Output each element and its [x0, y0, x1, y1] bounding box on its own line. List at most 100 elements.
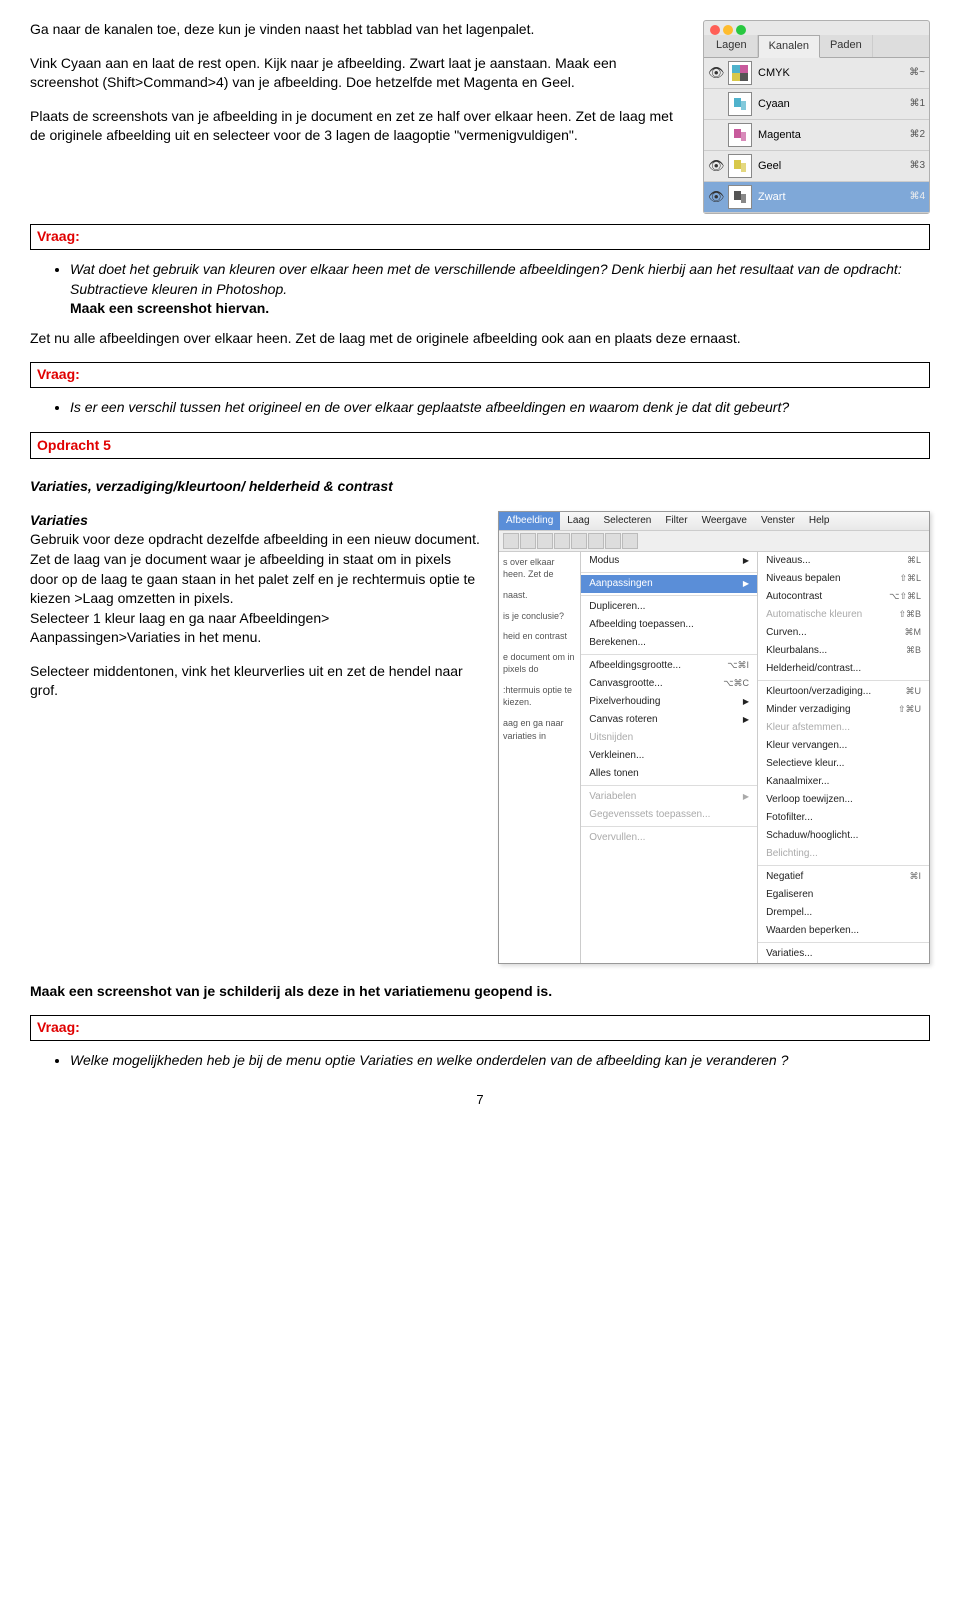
menubar-item-selecteren[interactable]: Selecteren — [597, 512, 659, 530]
opdracht5-label: Opdracht 5 — [37, 437, 111, 453]
menu-item[interactable]: Kanaalmixer... — [758, 773, 929, 791]
menu-item[interactable]: Niveaus...⌘L — [758, 552, 929, 570]
menu-item[interactable]: Afbeelding toepassen... — [581, 616, 757, 634]
tab-lagen[interactable]: Lagen — [706, 35, 758, 57]
menu-item[interactable]: Canvas roteren▶ — [581, 711, 757, 729]
channel-row-cyaan[interactable]: Cyaan ⌘1 — [704, 89, 929, 120]
menu-item[interactable]: Variaties... — [758, 945, 929, 963]
channel-label: Geel — [758, 159, 903, 174]
menu-item[interactable]: Modus▶ — [581, 552, 757, 570]
menu-separator — [758, 942, 929, 943]
menu-item: Belichting... — [758, 845, 929, 863]
menu-item: Gegevenssets toepassen... — [581, 806, 757, 824]
channel-shortcut: ⌘4 — [909, 190, 925, 204]
visibility-eye-icon[interactable]: 👁 — [708, 190, 722, 204]
visibility-eye-icon[interactable]: 👁 — [708, 159, 722, 173]
vraag-label: Vraag: — [37, 228, 80, 244]
visibility-eye-icon[interactable]: 👁 — [708, 66, 722, 80]
channel-thumb — [728, 154, 752, 178]
tab-kanalen[interactable]: Kanalen — [758, 35, 820, 58]
menu-item[interactable]: Curven...⌘M — [758, 624, 929, 642]
channel-label: Zwart — [758, 190, 903, 205]
menu-separator — [758, 865, 929, 866]
menu-item[interactable]: Waarden beperken... — [758, 922, 929, 940]
min-dot[interactable] — [723, 25, 733, 35]
menu-item[interactable]: Dupliceren... — [581, 598, 757, 616]
menu-item[interactable]: Autocontrast⌥⇧⌘L — [758, 588, 929, 606]
channel-label: CMYK — [758, 66, 903, 81]
menubar-item-filter[interactable]: Filter — [658, 512, 694, 530]
menu-item[interactable]: Drempel... — [758, 904, 929, 922]
menu-item[interactable]: Pixelverhouding▶ — [581, 693, 757, 711]
channel-shortcut: ⌘2 — [909, 128, 925, 142]
channel-row-geel[interactable]: 👁 Geel ⌘3 — [704, 151, 929, 182]
menu-item[interactable]: Niveaus bepalen⇧⌘L — [758, 570, 929, 588]
vraag1-text: Wat doet het gebruik van kleuren over el… — [70, 261, 902, 297]
vraag1-bullet: Wat doet het gebruik van kleuren over el… — [70, 260, 930, 319]
max-dot[interactable] — [736, 25, 746, 35]
menu-item[interactable]: Canvasgrootte...⌥⌘C — [581, 675, 757, 693]
menu-item[interactable]: Minder verzadiging⇧⌘U — [758, 701, 929, 719]
opdracht-box: Opdracht 5 — [30, 432, 930, 460]
channel-shortcut: ⌘~ — [909, 66, 925, 80]
intro-p2: Vink Cyaan aan en laat de rest open. Kij… — [30, 54, 683, 93]
menu-item[interactable]: Kleurbalans...⌘B — [758, 642, 929, 660]
vraag2-bullet: Is er een verschil tussen het origineel … — [70, 398, 930, 418]
channel-thumb — [728, 92, 752, 116]
menu-item[interactable]: Egaliseren — [758, 886, 929, 904]
variaties-p1: Gebruik voor deze opdracht dezelfde afbe… — [30, 530, 480, 550]
menu-item[interactable]: Berekenen... — [581, 634, 757, 652]
menu-separator — [581, 572, 757, 573]
vraag-box-1: Vraag: — [30, 224, 930, 250]
menu-item[interactable]: Helderheid/contrast... — [758, 660, 929, 678]
vraag-box-3: Vraag: — [30, 1015, 930, 1041]
variaties-p4: Selecteer middentonen, vink het kleurver… — [30, 662, 480, 701]
intro-p1: Ga naar de kanalen toe, deze kun je vind… — [30, 20, 683, 40]
menu-item[interactable]: Afbeeldingsgrootte...⌥⌘I — [581, 657, 757, 675]
menu-item: Kleur afstemmen... — [758, 719, 929, 737]
menu-item[interactable]: Kleur vervangen... — [758, 737, 929, 755]
intro-p3: Plaats de screenshots van je afbeelding … — [30, 107, 683, 146]
menu-item[interactable]: Negatief⌘I — [758, 868, 929, 886]
menu-item: Automatische kleuren⇧⌘B — [758, 606, 929, 624]
channel-shortcut: ⌘3 — [909, 159, 925, 173]
menubar-item-venster[interactable]: Venster — [754, 512, 802, 530]
vraag-label-2: Vraag: — [37, 366, 80, 382]
section-title: Variaties, verzadiging/kleurtoon/ helder… — [30, 477, 930, 497]
channel-row-cmyk[interactable]: 👁 CMYK ⌘~ — [704, 58, 929, 89]
bold-instruction: Maak een screenshot van je schilderij al… — [30, 982, 930, 1002]
menubar-item-laag[interactable]: Laag — [560, 512, 596, 530]
menu-item[interactable]: Aanpassingen▶ — [581, 575, 757, 593]
channel-shortcut: ⌘1 — [909, 97, 925, 111]
close-dot[interactable] — [710, 25, 720, 35]
channel-row-magenta[interactable]: Magenta⌘2 — [704, 120, 929, 151]
menu-item[interactable]: Verkleinen... — [581, 747, 757, 765]
channel-row-zwart[interactable]: 👁 Zwart ⌘4 — [704, 182, 929, 213]
channel-thumb — [728, 123, 752, 147]
menu-item[interactable]: Schaduw/hooglicht... — [758, 827, 929, 845]
menubar-item-weergave[interactable]: Weergave — [695, 512, 754, 530]
mid-paragraph: Zet nu alle afbeeldingen over elkaar hee… — [30, 329, 930, 349]
channel-thumb — [728, 185, 752, 209]
menu-separator — [758, 680, 929, 681]
menubar-item-afbeelding[interactable]: Afbeelding — [499, 512, 560, 530]
window-traffic-lights — [704, 21, 929, 35]
menu-item[interactable]: Kleurtoon/verzadiging...⌘U — [758, 683, 929, 701]
menu-item: Uitsnijden — [581, 729, 757, 747]
visibility-eye-icon[interactable] — [708, 97, 722, 111]
tab-paden[interactable]: Paden — [820, 35, 873, 57]
menu-separator — [581, 785, 757, 786]
visibility-eye-icon[interactable] — [708, 128, 722, 142]
menu-item[interactable]: Verloop toewijzen... — [758, 791, 929, 809]
menu-item: Overvullen... — [581, 829, 757, 847]
page-number: 7 — [30, 1091, 930, 1109]
tool-icons-row — [499, 531, 929, 552]
menu-item[interactable]: Selectieve kleur... — [758, 755, 929, 773]
channels-panel: Lagen Kanalen Paden 👁 CMYK ⌘~ Cyaan ⌘1 Magent… — [703, 20, 930, 214]
menu-separator — [581, 595, 757, 596]
channel-label: Cyaan — [758, 97, 903, 112]
menu-separator — [581, 826, 757, 827]
menu-item[interactable]: Alles tonen — [581, 765, 757, 783]
menu-item[interactable]: Fotofilter... — [758, 809, 929, 827]
menubar-item-help[interactable]: Help — [802, 512, 837, 530]
